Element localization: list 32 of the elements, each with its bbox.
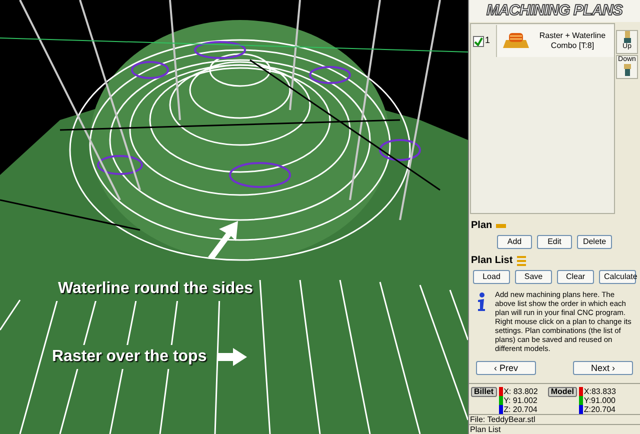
prev-button[interactable]: ‹ Prev <box>476 361 536 375</box>
action-button[interactable]: Calculate <box>599 270 636 284</box>
info-icon <box>475 292 487 312</box>
status-line: Plan List <box>469 424 640 434</box>
action-button[interactable]: Save <box>515 270 552 284</box>
caption-text: Raster over the tops <box>50 345 209 369</box>
coord-value: X:83.833 <box>584 387 616 396</box>
checkbox[interactable] <box>473 36 484 46</box>
caption-text: Waterline round the sides <box>56 277 255 301</box>
coord-label: Model <box>548 387 577 397</box>
status-line: File: TeddyBear.stl <box>469 414 640 424</box>
coord-value: Z:20.704 <box>584 405 616 414</box>
section-title: Plan <box>471 219 492 233</box>
list-icon <box>516 256 526 266</box>
arrow-icon <box>216 348 247 366</box>
arrow-icon <box>206 219 240 259</box>
section-title: Plan List <box>471 254 513 268</box>
action-button[interactable]: Load <box>473 270 510 284</box>
coord-label: Billet <box>471 387 497 397</box>
plan-number: 1 <box>485 34 490 48</box>
coord-value: X: 83.802 <box>504 387 538 396</box>
coord-value: Z: 20.704 <box>504 405 538 414</box>
plan-icon <box>496 224 506 228</box>
plan-item[interactable]: Raster + Waterline Combo [T:8] <box>497 25 614 57</box>
coord-value: Y:91.000 <box>584 396 616 405</box>
action-button[interactable]: Add <box>497 235 532 249</box>
panel-title: MACHINING PLANS <box>486 0 623 21</box>
action-button[interactable]: Edit <box>537 235 572 249</box>
coord-value: Y: 91.002 <box>504 396 538 405</box>
action-button[interactable]: Delete <box>577 235 612 249</box>
next-button[interactable]: Next › <box>573 361 633 375</box>
action-button[interactable]: Clear <box>557 270 594 284</box>
